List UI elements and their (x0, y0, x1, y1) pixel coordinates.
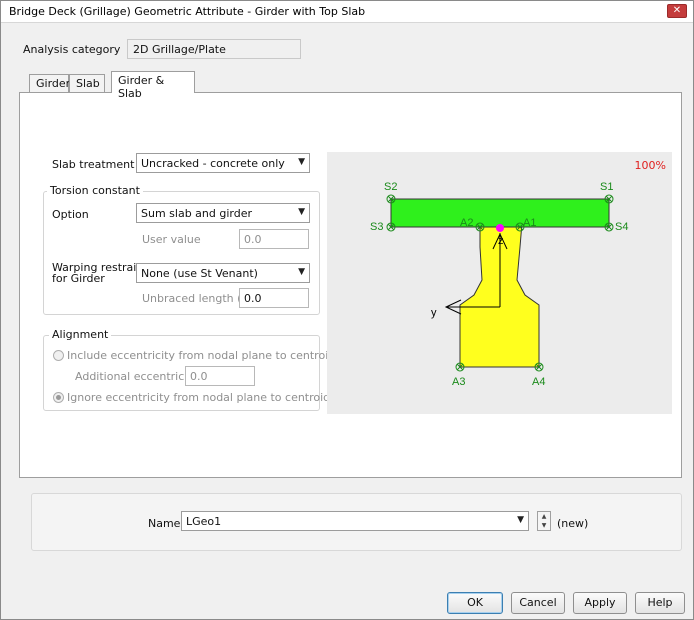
unbraced-length-input[interactable]: 0.0 (239, 288, 309, 308)
point-s1-label: S1 (600, 181, 613, 193)
chevron-down-icon: ▼ (298, 267, 305, 277)
section-preview: 100% S2 S1 S3 S4 A2 A1 A3 A4 z y (327, 152, 672, 414)
point-s4-label: S4 (615, 221, 628, 233)
name-label: Name (148, 517, 181, 530)
slab-treatment-select[interactable]: Uncracked - concrete only ▼ (136, 153, 310, 173)
unbraced-length-value: 0.0 (244, 292, 262, 305)
slab-shape (390, 198, 610, 228)
torsion-option-label: Option (52, 208, 89, 221)
z-axis-label: z (498, 235, 504, 247)
chevron-down-icon: ▼ (517, 515, 524, 525)
tab-girder[interactable]: Girder (29, 74, 71, 93)
window-title: Bridge Deck (Grillage) Geometric Attribu… (9, 5, 366, 18)
point-a2-label: A2 (460, 217, 473, 229)
point-s3-label: S3 (370, 221, 383, 233)
alignment-title: Alignment (49, 328, 112, 341)
help-button[interactable]: Help (635, 592, 685, 614)
name-spinner[interactable]: ▲ ▼ (537, 511, 551, 531)
ignore-eccentricity-radio[interactable] (53, 392, 64, 403)
include-eccentricity-radio[interactable] (53, 350, 64, 361)
tab-girder-and-slab[interactable]: Girder & Slab (111, 71, 195, 100)
additional-eccentricity-input[interactable]: 0.0 (185, 366, 255, 386)
y-axis-label: y (431, 307, 437, 319)
analysis-category-value: 2D Grillage/Plate (133, 43, 226, 56)
spin-up-icon[interactable]: ▲ (538, 512, 550, 521)
section-drawing: S2 S1 S3 S4 A2 A1 A3 A4 z y (370, 181, 628, 388)
additional-eccentricity-value: 0.0 (190, 370, 208, 383)
apply-button[interactable]: Apply (573, 592, 627, 614)
user-value-label: User value (142, 233, 201, 246)
point-a3-label: A3 (452, 376, 465, 388)
slab-treatment-value: Uncracked - concrete only (141, 157, 285, 170)
chevron-down-icon: ▼ (298, 207, 305, 217)
user-value-text: 0.0 (244, 233, 262, 246)
torsion-option-select[interactable]: Sum slab and girder ▼ (136, 203, 310, 223)
warping-restraint-select[interactable]: None (use St Venant) ▼ (136, 263, 310, 283)
include-eccentricity-label: Include eccentricity from nodal plane to… (67, 349, 336, 362)
tab-slab[interactable]: Slab (69, 74, 105, 93)
close-icon[interactable]: ✕ (667, 4, 687, 18)
ignore-eccentricity-label: Ignore eccentricity from nodal plane to … (67, 391, 331, 404)
torsion-constant-title: Torsion constant (47, 184, 143, 197)
user-value-input[interactable]: 0.0 (239, 229, 309, 249)
cancel-button[interactable]: Cancel (511, 592, 565, 614)
torsion-option-value: Sum slab and girder (141, 207, 253, 220)
name-value: LGeo1 (186, 515, 222, 528)
analysis-category-label: Analysis category (23, 43, 121, 56)
tab-slab-label: Slab (76, 77, 100, 90)
name-status: (new) (557, 517, 589, 530)
title-bar: Bridge Deck (Grillage) Geometric Attribu… (1, 1, 693, 23)
name-select[interactable]: LGeo1 ▼ (181, 511, 529, 531)
warping-restraint-label-line2: for Girder (52, 272, 105, 285)
tab-girder-label: Girder (36, 77, 71, 90)
chevron-down-icon: ▼ (298, 157, 305, 167)
point-a4-label: A4 (532, 376, 545, 388)
slab-treatment-label: Slab treatment (52, 158, 135, 171)
additional-eccentricity-label: Additional eccentricity (75, 370, 199, 383)
warping-restraint-value: None (use St Venant) (141, 267, 258, 280)
ok-button[interactable]: OK (447, 592, 503, 614)
dialog-window: Bridge Deck (Grillage) Geometric Attribu… (0, 0, 694, 620)
centroid-marker (496, 224, 504, 232)
analysis-category-field: 2D Grillage/Plate (127, 39, 301, 59)
spin-down-icon[interactable]: ▼ (538, 521, 550, 530)
point-a1-label: A1 (523, 217, 536, 229)
point-s2-label: S2 (384, 181, 397, 193)
